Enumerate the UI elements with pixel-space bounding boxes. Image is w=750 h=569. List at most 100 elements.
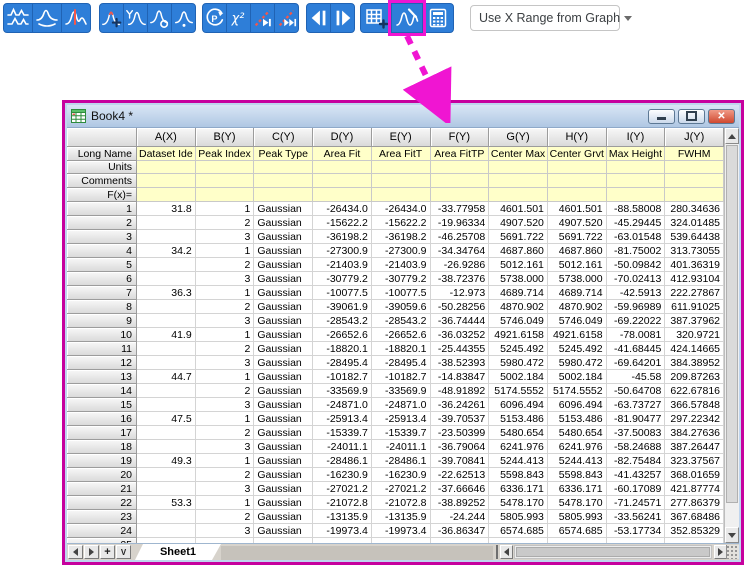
row-number-header[interactable]: 17 xyxy=(67,426,137,440)
data-cell[interactable]: -26652.6 xyxy=(371,328,431,342)
column-header[interactable]: E(Y) xyxy=(371,128,431,147)
data-cell[interactable] xyxy=(137,398,196,412)
data-cell[interactable]: -30779.2 xyxy=(371,272,431,286)
data-cell[interactable]: -10077.5 xyxy=(371,286,431,300)
fit-until-converged-icon[interactable] xyxy=(274,3,299,33)
data-cell[interactable]: -33.77958 xyxy=(430,202,490,216)
data-cell[interactable]: -70.02413 xyxy=(606,272,666,286)
row-number-header[interactable]: 12 xyxy=(67,356,137,370)
data-cell[interactable]: 3 xyxy=(195,230,255,244)
row-number-header[interactable]: 3 xyxy=(67,230,137,244)
data-cell[interactable]: Gaussian xyxy=(254,272,314,286)
data-cell[interactable]: 323.37567 xyxy=(665,454,724,468)
data-cell[interactable]: 5805.993 xyxy=(547,510,607,524)
data-cell[interactable]: -81.75002 xyxy=(606,244,666,258)
data-cell[interactable]: Gaussian xyxy=(254,510,314,524)
data-cell[interactable]: -28543.2 xyxy=(371,314,431,328)
data-cell[interactable]: -16230.9 xyxy=(313,468,372,482)
label-cell[interactable] xyxy=(547,161,607,174)
data-cell[interactable]: -58.24688 xyxy=(606,440,666,454)
data-cell[interactable]: 5691.722 xyxy=(489,230,548,244)
column-header[interactable]: J(Y) xyxy=(665,128,724,147)
data-cell[interactable] xyxy=(137,482,196,496)
data-cell[interactable]: -24011.1 xyxy=(371,440,431,454)
data-cell[interactable]: 384.38952 xyxy=(665,356,724,370)
data-cell[interactable]: 4907.520 xyxy=(547,216,607,230)
restore-button[interactable] xyxy=(678,108,705,124)
data-cell[interactable]: -19973.4 xyxy=(313,524,372,538)
data-cell[interactable]: 1 xyxy=(195,370,255,384)
data-cell[interactable]: 387.26447 xyxy=(665,440,724,454)
data-cell[interactable]: -41.68445 xyxy=(606,342,666,356)
data-cell[interactable]: 3 xyxy=(195,314,255,328)
data-cell[interactable]: 34.2 xyxy=(137,244,196,258)
label-cell[interactable] xyxy=(313,188,372,202)
label-cell[interactable]: Dataset Ide xyxy=(137,147,196,161)
data-cell[interactable]: -34.34764 xyxy=(430,244,490,258)
column-header[interactable]: C(Y) xyxy=(254,128,314,147)
data-cell[interactable]: -21072.8 xyxy=(371,496,431,510)
data-cell[interactable]: 5480.654 xyxy=(547,426,607,440)
data-cell[interactable]: 5480.654 xyxy=(489,426,548,440)
scroll-up-button[interactable] xyxy=(725,128,739,144)
data-cell[interactable] xyxy=(137,314,196,328)
label-cell[interactable] xyxy=(606,174,666,188)
scroll-left-button[interactable] xyxy=(500,545,513,559)
subtract-baseline-icon[interactable] xyxy=(32,3,62,33)
column-header[interactable]: F(Y) xyxy=(430,128,490,147)
minimize-button[interactable] xyxy=(648,108,675,124)
data-cell[interactable]: 36.3 xyxy=(137,286,196,300)
data-cell[interactable] xyxy=(137,510,196,524)
data-cell[interactable]: Gaussian xyxy=(254,314,314,328)
find-peaks-icon[interactable] xyxy=(3,3,33,33)
data-cell[interactable]: 3 xyxy=(195,398,255,412)
data-cell[interactable]: -33569.9 xyxy=(371,384,431,398)
data-cell[interactable] xyxy=(137,300,196,314)
data-cell[interactable]: Gaussian xyxy=(254,216,314,230)
data-cell[interactable] xyxy=(137,468,196,482)
label-cell[interactable] xyxy=(137,161,196,174)
data-cell[interactable]: -69.22022 xyxy=(606,314,666,328)
vertical-scroll-thumb[interactable] xyxy=(726,145,738,503)
label-cell[interactable] xyxy=(313,174,372,188)
data-cell[interactable]: -24011.1 xyxy=(313,440,372,454)
data-cell[interactable]: 4921.6158 xyxy=(489,328,548,342)
row-number-header[interactable]: 13 xyxy=(67,370,137,384)
data-cell[interactable]: 1 xyxy=(195,244,255,258)
data-cell[interactable]: -33569.9 xyxy=(313,384,372,398)
label-cell[interactable] xyxy=(195,188,255,202)
data-cell[interactable]: 2 xyxy=(195,468,255,482)
data-cell[interactable]: 387.37962 xyxy=(665,314,724,328)
data-cell[interactable] xyxy=(137,230,196,244)
row-number-header[interactable]: 19 xyxy=(67,454,137,468)
data-cell[interactable]: -15622.2 xyxy=(371,216,431,230)
data-cell[interactable]: 5245.492 xyxy=(489,342,548,356)
data-cell[interactable]: 5598.843 xyxy=(489,468,548,482)
column-header[interactable]: B(Y) xyxy=(195,128,255,147)
vertical-scrollbar[interactable] xyxy=(724,128,739,543)
data-cell[interactable]: -39061.9 xyxy=(313,300,372,314)
data-cell[interactable]: 5746.049 xyxy=(547,314,607,328)
data-cell[interactable]: Gaussian xyxy=(254,370,314,384)
data-cell[interactable]: -36.03252 xyxy=(430,328,490,342)
data-cell[interactable]: 1 xyxy=(195,202,255,216)
add-sheet-button[interactable]: + xyxy=(100,545,115,559)
next-sheet-button[interactable] xyxy=(84,545,99,559)
label-cell[interactable]: Center Max xyxy=(489,147,548,161)
data-cell[interactable]: -46.25708 xyxy=(430,230,490,244)
data-cell[interactable]: -25913.4 xyxy=(313,412,372,426)
data-cell[interactable]: -14.83847 xyxy=(430,370,490,384)
data-cell[interactable]: 5002.184 xyxy=(547,370,607,384)
data-cell[interactable]: Gaussian xyxy=(254,384,314,398)
data-cell[interactable]: -82.75484 xyxy=(606,454,666,468)
row-number-header[interactable]: 24 xyxy=(67,524,137,538)
data-cell[interactable]: -10077.5 xyxy=(313,286,372,300)
data-cell[interactable]: -25.44355 xyxy=(430,342,490,356)
data-cell[interactable]: 539.64438 xyxy=(665,230,724,244)
data-cell[interactable]: -37.50083 xyxy=(606,426,666,440)
data-cell[interactable]: -26652.6 xyxy=(313,328,372,342)
data-cell[interactable]: 5980.472 xyxy=(547,356,607,370)
data-cell[interactable]: -27300.9 xyxy=(313,244,372,258)
data-cell[interactable]: -60.17089 xyxy=(606,482,666,496)
data-cell[interactable]: -36198.2 xyxy=(313,230,372,244)
